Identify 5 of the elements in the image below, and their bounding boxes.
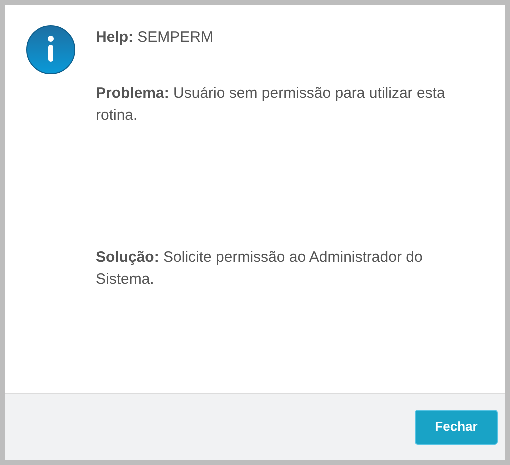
close-button[interactable]: Fechar (415, 410, 498, 444)
message-text: Problema: Usuário sem permissão para utilizar esta rotina. (96, 84, 446, 126)
message-text: Help: SEMPERM (96, 28, 215, 48)
message-text: Solução: Solicite permissão ao Administrador do Sistema. (96, 248, 424, 290)
info-icon (26, 25, 76, 75)
